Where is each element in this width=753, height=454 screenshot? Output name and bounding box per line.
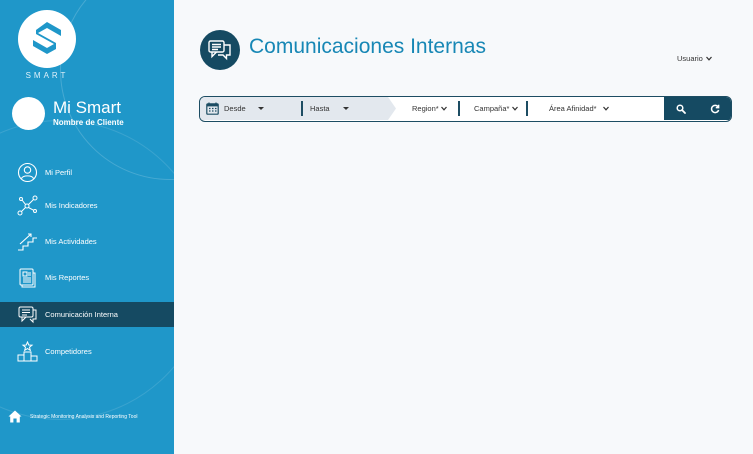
divider — [526, 101, 528, 116]
divider — [458, 101, 460, 116]
caret-down-icon — [257, 107, 264, 110]
region-dropdown[interactable]: Region* — [412, 97, 447, 120]
calendar-icon — [206, 102, 219, 115]
desde-label: Desde — [224, 104, 246, 113]
nav-label: Competidores — [45, 346, 92, 356]
nav-item-mis-indicadores[interactable]: Mis Indicadores — [0, 193, 174, 217]
brand-name: Mi Smart — [53, 98, 121, 117]
sidebar-footer: Strategic Monitoring Analysis and Report… — [8, 410, 137, 423]
nav-item-comunicacion-interna[interactable]: Comunicación Interna — [0, 302, 174, 327]
footer-label: Strategic Monitoring Analysis and Report… — [30, 413, 138, 420]
chat-icon — [17, 304, 38, 325]
report-icon — [17, 267, 38, 288]
podium-icon — [17, 341, 38, 362]
nav-label: Mis Reportes — [45, 272, 90, 282]
nav-label: Mi Perfil — [45, 167, 73, 177]
refresh-button[interactable] — [698, 97, 731, 120]
campana-label: Campaña* — [474, 104, 510, 113]
caret-down-icon — [342, 107, 349, 110]
nav-label: Mis Actividades — [45, 236, 97, 246]
area-label: Área Afinidad* — [549, 104, 597, 113]
desde-dropdown[interactable]: Desde — [206, 97, 264, 120]
smart-logo[interactable] — [18, 10, 76, 68]
client-name: Nombre de Cliente — [53, 118, 124, 127]
avatar[interactable] — [12, 97, 45, 130]
search-button[interactable] — [664, 97, 697, 120]
nav-label: Mis Indicadores — [45, 200, 98, 210]
chevron-down-icon — [512, 106, 519, 111]
user-menu-label: Usuario — [677, 54, 703, 63]
nav-item-mis-reportes[interactable]: Mis Reportes — [0, 265, 174, 289]
campana-dropdown[interactable]: Campaña* — [474, 97, 519, 120]
nav-item-mi-perfil[interactable]: Mi Perfil — [0, 160, 174, 184]
search-icon — [675, 103, 686, 114]
user-icon — [17, 162, 38, 183]
region-label: Region* — [412, 104, 439, 113]
stairs-chart-icon — [17, 231, 38, 252]
nav-item-mis-actividades[interactable]: Mis Actividades — [0, 229, 174, 253]
sidebar: SMART Mi Smart Nombre de Cliente Mi Perf… — [0, 0, 174, 454]
refresh-icon — [710, 104, 719, 113]
user-menu[interactable]: Usuario — [677, 54, 712, 63]
nav-item-competidores[interactable]: Competidores — [0, 339, 174, 363]
header-chat-icon — [200, 30, 240, 70]
divider — [301, 101, 303, 116]
hasta-label: Hasta — [310, 104, 330, 113]
nav-label: Comunicación Interna — [45, 310, 118, 319]
chevron-down-icon — [705, 56, 712, 61]
chevron-down-icon — [440, 106, 447, 111]
smart-s-icon — [33, 22, 61, 54]
page-title: Comunicaciones Internas — [249, 35, 486, 58]
filter-actions — [664, 97, 731, 120]
network-icon — [17, 195, 38, 216]
filter-bar: Desde Hasta Region* Campaña* Área Afinid… — [199, 96, 732, 122]
home-icon[interactable] — [8, 410, 22, 423]
area-afinidad-dropdown[interactable]: Área Afinidad* — [549, 97, 609, 120]
logo-text: SMART — [25, 71, 69, 80]
chevron-down-icon — [602, 106, 609, 111]
hasta-dropdown[interactable]: Hasta — [310, 97, 349, 120]
